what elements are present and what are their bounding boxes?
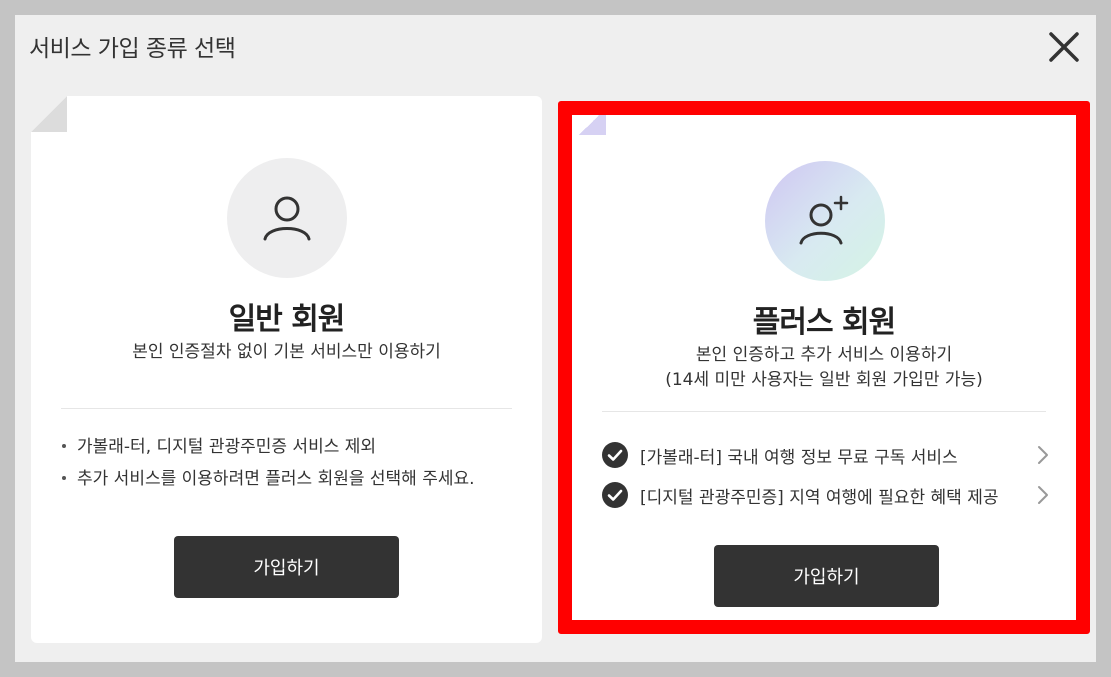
plus-description-line1: 본인 인증하고 추가 서비스 이용하기: [695, 345, 953, 365]
chevron-right-icon: [1038, 486, 1048, 504]
plus-card-description: 본인 인증하고 추가 서비스 이용하기 (14세 미만 사용자는 일반 회원 가…: [572, 343, 1076, 393]
basic-card-description: 본인 인증절차 없이 기본 서비스만 이용하기: [132, 342, 441, 362]
corner-fold-decoration: [572, 115, 606, 135]
close-button[interactable]: [1046, 29, 1082, 65]
basic-card-title: 일반 회원: [228, 302, 346, 337]
modal-title: 서비스 가입 종류 선택: [29, 36, 236, 62]
benefit-label: [가볼래-터] 국내 여행 정보 무료 구독 서비스: [640, 447, 958, 468]
plus-card-title: 플러스 회원: [752, 305, 896, 340]
corner-fold-decoration: [31, 96, 67, 132]
signup-type-modal: 서비스 가입 종류 선택 일반 회원 본인 인증절차 없이 기본 서비스만 이용…: [15, 15, 1096, 662]
benefit-label: [디지털 관광주민증] 지역 여행에 필요한 혜택 제공: [640, 487, 999, 508]
benefit-item-gabollaeteo[interactable]: [가볼래-터] 국내 여행 정보 무료 구독 서비스: [602, 435, 1050, 475]
plus-member-card[interactable]: 플러스 회원 본인 인증하고 추가 서비스 이용하기 (14세 미만 사용자는 …: [558, 101, 1090, 634]
basic-member-card[interactable]: 일반 회원 본인 인증절차 없이 기본 서비스만 이용하기 가볼래-터, 디지털…: [31, 96, 542, 643]
user-icon: [263, 196, 311, 241]
plus-avatar: [765, 161, 885, 281]
check-circle-icon: [602, 482, 628, 508]
plus-divider: [602, 411, 1046, 412]
basic-divider: [61, 408, 512, 409]
plus-join-button[interactable]: 가입하기: [714, 545, 939, 607]
benefit-item-digital-resident-card[interactable]: [디지털 관광주민증] 지역 여행에 필요한 혜택 제공: [602, 475, 1050, 515]
basic-notes-list: 가볼래-터, 디지털 관광주민증 서비스 제외 추가 서비스를 이용하려면 플러…: [61, 436, 475, 500]
plus-benefits-list: [가볼래-터] 국내 여행 정보 무료 구독 서비스 [디지털 관광주민증] 지…: [602, 435, 1050, 515]
close-icon: [1049, 32, 1079, 62]
list-item: 추가 서비스를 이용하려면 플러스 회원을 선택해 주세요.: [61, 468, 475, 500]
basic-avatar: [227, 158, 347, 278]
user-plus-icon: [799, 195, 849, 245]
list-item: 가볼래-터, 디지털 관광주민증 서비스 제외: [61, 436, 475, 468]
check-circle-icon: [602, 442, 628, 468]
chevron-right-icon: [1038, 446, 1048, 464]
basic-join-button[interactable]: 가입하기: [174, 536, 399, 598]
plus-description-line2: (14세 미만 사용자는 일반 회원 가입만 가능): [665, 370, 983, 390]
